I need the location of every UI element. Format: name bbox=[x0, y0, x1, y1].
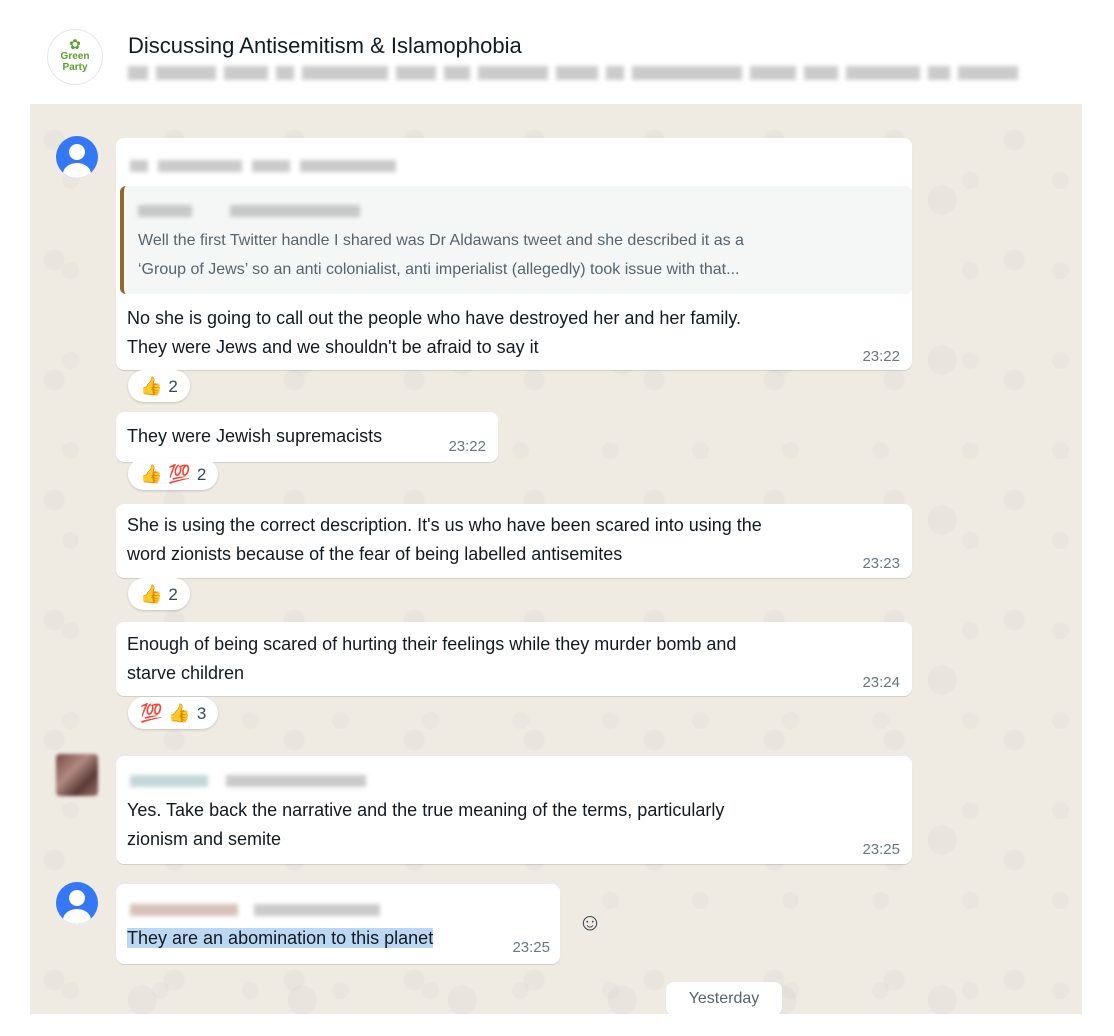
quoted-sender-redacted bbox=[138, 202, 370, 217]
message-timestamp: 23:25 bbox=[862, 841, 900, 858]
message-text: She is using the correct description. It… bbox=[127, 511, 907, 569]
message-text: They are an abomination to this planet bbox=[127, 924, 434, 953]
chat-messages-area[interactable]: Well the first Twitter handle I shared w… bbox=[30, 104, 1082, 1014]
message-text: Yes. Take back the narrative and the tru… bbox=[127, 796, 887, 854]
message-timestamp: 23:23 bbox=[862, 555, 900, 572]
thumbs-up-icon: 👍 bbox=[168, 703, 191, 723]
user-avatar[interactable] bbox=[56, 882, 98, 924]
date-separator: Yesterday bbox=[666, 982, 782, 1014]
message-text-line-1: She is using the correct description. It… bbox=[127, 515, 762, 535]
message-text-line-2: They were Jews and we shouldn't be afrai… bbox=[127, 337, 539, 357]
chat-header[interactable]: ✿ Green Party Discussing Antisemitism & I… bbox=[30, 0, 1082, 104]
reaction-badge[interactable]: 👍 💯 2 bbox=[128, 458, 219, 490]
message-bubble[interactable]: They are an abomination to this planet 2… bbox=[116, 884, 560, 964]
message-bubble[interactable]: Yes. Take back the narrative and the tru… bbox=[116, 756, 912, 864]
emoji-reaction-button[interactable]: ☺ bbox=[575, 908, 605, 938]
thumbs-up-icon: 👍 bbox=[140, 376, 163, 396]
reaction-count: 3 bbox=[196, 704, 207, 723]
sender-photo-avatar[interactable] bbox=[56, 754, 98, 796]
thumbs-up-icon: 👍 bbox=[140, 464, 163, 484]
quoted-text-line-1: Well the first Twitter handle I shared w… bbox=[138, 232, 744, 249]
message-text-line-1: No she is going to call out the people w… bbox=[127, 308, 742, 328]
hundred-points-icon: 💯 bbox=[168, 464, 191, 484]
reaction-count: 2 bbox=[168, 377, 178, 396]
message-bubble[interactable]: Enough of being scared of hurting their … bbox=[116, 622, 912, 696]
smiley-icon: ☺ bbox=[577, 909, 603, 936]
message-text: Enough of being scared of hurting their … bbox=[127, 630, 887, 688]
quoted-text-line-2: ‘Group of Jews’ so an anti colonialist, … bbox=[138, 261, 740, 278]
group-avatar[interactable]: ✿ Green Party bbox=[48, 30, 102, 84]
reaction-badge[interactable]: 💯 👍 3 bbox=[128, 697, 219, 729]
sender-name-redacted bbox=[130, 772, 376, 787]
quoted-message[interactable]: Well the first Twitter handle I shared w… bbox=[120, 186, 912, 294]
participants-list-redacted bbox=[128, 64, 1080, 82]
message-timestamp: 23:22 bbox=[448, 438, 486, 455]
user-avatar[interactable] bbox=[56, 136, 98, 178]
group-avatar-logo-text: Green Party bbox=[60, 51, 90, 73]
message-bubble[interactable]: Well the first Twitter handle I shared w… bbox=[116, 138, 912, 370]
message-bubble[interactable]: They were Jewish supremacists 23:22 bbox=[116, 412, 498, 462]
sender-name-redacted bbox=[130, 157, 406, 172]
message-text-line-2: zionism and semite bbox=[127, 829, 282, 849]
sender-name-redacted bbox=[130, 901, 390, 916]
group-title[interactable]: Discussing Antisemitism & Islamophobia bbox=[128, 33, 522, 59]
reaction-count: 2 bbox=[196, 465, 207, 484]
message-timestamp: 23:22 bbox=[862, 348, 900, 365]
bottom-margin bbox=[0, 1014, 1114, 1036]
message-timestamp: 23:24 bbox=[862, 674, 900, 691]
message-text-line-2: word zionists because of the fear of bei… bbox=[127, 544, 623, 564]
message-timestamp: 23:25 bbox=[512, 939, 550, 956]
message-text: No she is going to call out the people w… bbox=[127, 304, 887, 362]
message-bubble[interactable]: She is using the correct description. It… bbox=[116, 504, 912, 578]
message-text: They were Jewish supremacists bbox=[127, 426, 383, 446]
reaction-badge[interactable]: 👍 2 bbox=[128, 370, 190, 402]
quoted-text: Well the first Twitter handle I shared w… bbox=[138, 226, 910, 284]
hundred-points-icon: 💯 bbox=[140, 703, 163, 723]
reaction-count: 2 bbox=[168, 585, 178, 604]
selected-message-text: They are an abomination to this planet bbox=[127, 928, 434, 948]
message-text-line-2: starve children bbox=[127, 663, 245, 683]
reaction-badge[interactable]: 👍 2 bbox=[128, 578, 190, 610]
thumbs-up-icon: 👍 bbox=[140, 584, 163, 604]
message-text-line-1: Yes. Take back the narrative and the tru… bbox=[127, 800, 725, 820]
green-party-sunflower-logo-icon: ✿ bbox=[69, 36, 81, 52]
message-text-line-1: Enough of being scared of hurting their … bbox=[127, 634, 737, 654]
